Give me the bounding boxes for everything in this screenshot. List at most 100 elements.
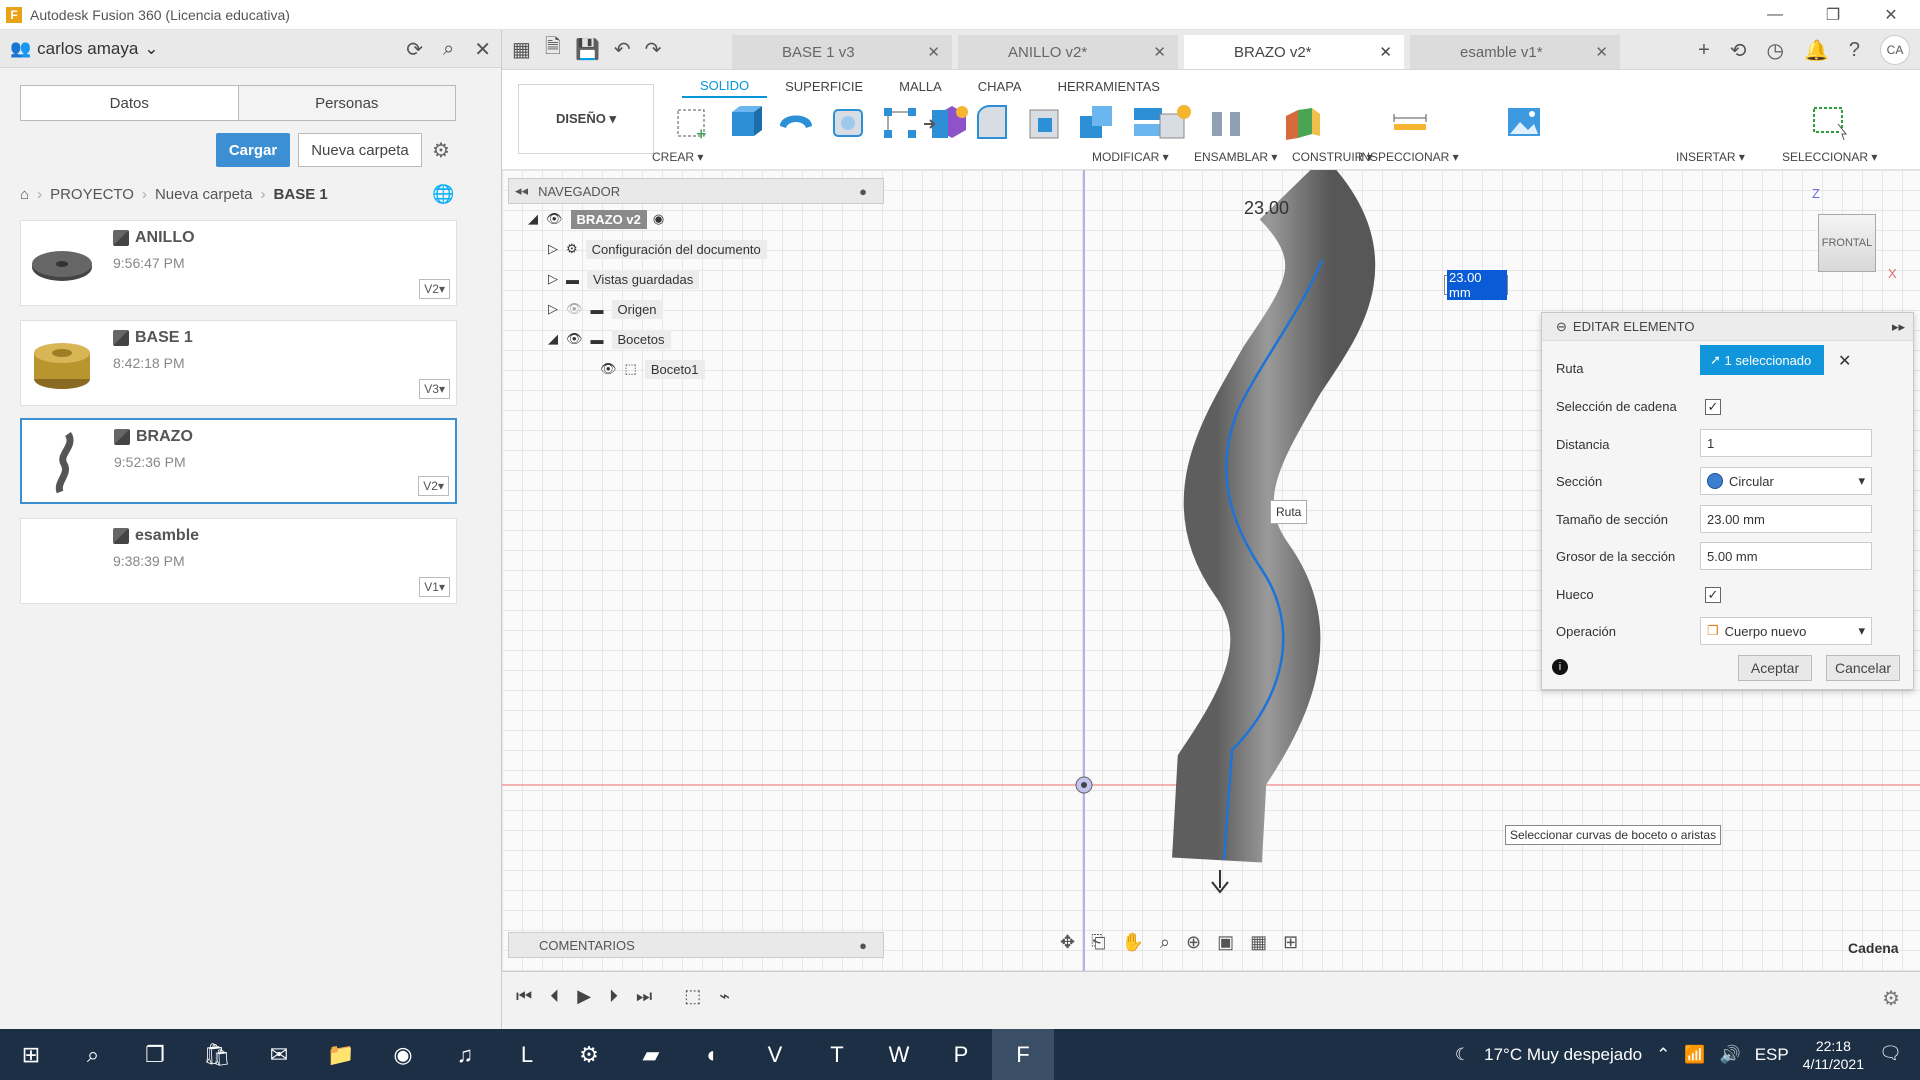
tab-superficie[interactable]: SUPERFICIE [767,74,881,98]
search-icon[interactable]: ⌕ [62,1029,124,1080]
combine-icon[interactable] [1074,100,1118,144]
fillet-icon[interactable] [970,100,1014,144]
file-card-base1[interactable]: BASE 1 8:42:18 PM V3▾ [20,320,457,406]
grid-settings-icon[interactable]: ▦ [1250,932,1267,953]
path-selection-button[interactable]: ➚ 1 seleccionado [1700,345,1824,375]
measure-icon[interactable] [1388,100,1432,144]
shell-icon[interactable] [1022,100,1066,144]
doc-tab-base1[interactable]: BASE 1 v3 ✕ [732,35,952,69]
timeline-sketch-icon[interactable]: ⬚ [684,986,701,1007]
tree-item-origin[interactable]: ▷ 👁 ▬ Origen [508,294,884,324]
ok-button[interactable]: Aceptar [1738,655,1812,681]
step-back-icon[interactable]: ⏴ [550,986,559,1007]
pan-icon[interactable]: ✋ [1122,932,1144,953]
grid-menu-icon[interactable]: ▦ [512,37,531,62]
fit-icon[interactable]: ⊕ [1186,932,1201,953]
file-card-brazo[interactable]: BRAZO 9:52:36 PM V2▾ [20,418,457,504]
tray-network-icon[interactable]: 📶 [1684,1045,1705,1065]
extensions-icon[interactable]: ⟲ [1730,38,1747,63]
look-at-icon[interactable]: ⎗ [1091,932,1105,953]
upload-button[interactable]: Cargar [216,133,290,167]
tree-item-views[interactable]: ▷ ▬ Vistas guardadas [508,264,884,294]
activate-icon[interactable]: ◉ [653,211,664,227]
breadcrumb-project[interactable]: PROYECTO [50,186,134,203]
job-status-icon[interactable]: ◷ [1767,38,1784,63]
edge-icon[interactable]: ◐ [682,1029,744,1080]
display-settings-icon[interactable]: ▣ [1217,932,1234,953]
group-inspeccionar[interactable]: INSPECCIONAR ▾ [1358,150,1459,164]
doc-tab-brazo[interactable]: BRAZO v2* ✕ [1184,35,1404,69]
new-component-icon[interactable] [1152,100,1196,144]
viewports-icon[interactable]: ⊞ [1283,932,1298,953]
tree-item-sketch1[interactable]: 👁 ⬚ Boceto1 [508,354,884,384]
minimize-icon[interactable]: ● [859,184,867,199]
home-icon[interactable]: ⌂ [20,186,29,203]
close-icon[interactable]: ✕ [927,43,940,61]
user-menu[interactable]: 👥 carlos amaya ⌄ [10,39,159,59]
spotify-icon[interactable]: ♫ [434,1029,496,1080]
globe-icon[interactable]: 🌐 [432,184,454,205]
group-ensamblar[interactable]: ENSAMBLAR ▾ [1194,150,1277,164]
dialog-collapse-icon[interactable]: ⊖ [1556,319,1567,335]
fusion-taskbar-icon[interactable]: F [992,1029,1054,1080]
tree-item-sketches[interactable]: ◢ 👁 ▬ Bocetos [508,324,884,354]
offset-plane-icon[interactable] [1280,100,1324,144]
tab-malla[interactable]: MALLA [881,74,960,98]
tab-solido[interactable]: SOLIDO [682,74,768,98]
pattern-icon[interactable] [878,100,922,144]
section-select[interactable]: Circular ▾ [1700,467,1872,495]
zoom-icon[interactable]: ⌕ [1160,932,1170,953]
operation-select[interactable]: ❐ Cuerpo nuevo ▾ [1700,617,1872,645]
tray-volume-icon[interactable]: 🔊 [1720,1045,1741,1065]
notification-center-icon[interactable]: 🗨 [1879,1043,1902,1064]
select-window-icon[interactable] [1808,100,1852,144]
joint-icon[interactable] [1204,100,1248,144]
weather-icon[interactable]: ☾ [1455,1045,1470,1065]
notifications-icon[interactable]: 🔔 [1804,38,1829,63]
tree-root[interactable]: ◢ 👁 BRAZO v2 ◉ [508,204,884,234]
tab-chapa[interactable]: CHAPA [960,74,1040,98]
expand-arrow-icon[interactable]: ▷ [548,301,558,317]
hidden-eye-icon[interactable]: 👁 [566,301,583,317]
save-icon[interactable]: 💾 [575,37,600,62]
tab-datos[interactable]: Datos [21,86,238,120]
close-icon[interactable]: ✕ [474,37,491,62]
extrude-icon[interactable] [722,100,766,144]
new-folder-button[interactable]: Nueva carpeta [298,133,422,167]
section-size-field[interactable]: 23.00 mm [1700,505,1872,533]
add-comment-icon[interactable]: ● [859,938,867,953]
create-sketch-icon[interactable]: + [670,100,714,144]
tab-herramientas[interactable]: HERRAMIENTAS [1040,74,1178,98]
hollow-checkbox[interactable]: ✓ [1705,587,1721,603]
collapse-arrow-icon[interactable]: ◢ [528,211,538,227]
weather-text[interactable]: 17°C Muy despejado [1484,1045,1642,1065]
explorer-icon[interactable]: 📁 [310,1029,372,1080]
search-icon[interactable]: ⌕ [443,38,454,61]
distance-field[interactable]: 1 [1700,429,1872,457]
gear-icon[interactable]: ⚙ [432,138,450,163]
new-tab-icon[interactable]: + [1698,39,1710,62]
group-crear[interactable]: CREAR ▾ [652,150,703,164]
collapse-icon[interactable]: ◂◂ [515,183,528,199]
refresh-icon[interactable]: ⟳ [406,37,423,62]
close-button[interactable]: ✕ [1862,0,1920,30]
mail-icon[interactable]: ✉ [248,1029,310,1080]
clock[interactable]: 22:18 4/11/2021 [1803,1037,1864,1073]
doc-tab-esamble[interactable]: esamble v1* ✕ [1410,35,1620,69]
info-icon[interactable]: i [1552,659,1568,675]
file-menu-icon[interactable]: 🗎 [545,32,561,66]
powerpoint-icon[interactable]: P [930,1029,992,1080]
thickness-field[interactable]: 5.00 mm [1700,542,1872,570]
timeline-sweep-icon[interactable]: ⌁ [719,986,730,1007]
insert-image-icon[interactable] [1502,100,1546,144]
tree-item-config[interactable]: ▷ ⚙ Configuración del documento [508,234,884,264]
play-icon[interactable]: ▶ [577,986,591,1007]
redo-icon[interactable]: ↷ [645,37,662,62]
navigator-header[interactable]: ◂◂ NAVEGADOR ● [508,178,884,204]
clear-selection-icon[interactable]: ✕ [1838,351,1851,371]
task-view-icon[interactable]: ❐ [124,1029,186,1080]
doc-tab-anillo[interactable]: ANILLO v2* ✕ [958,35,1178,69]
help-icon[interactable]: ? [1849,39,1860,62]
expand-icon[interactable]: ▸▸ [1892,319,1905,335]
sticky-notes-icon[interactable]: ▰ [620,1029,682,1080]
